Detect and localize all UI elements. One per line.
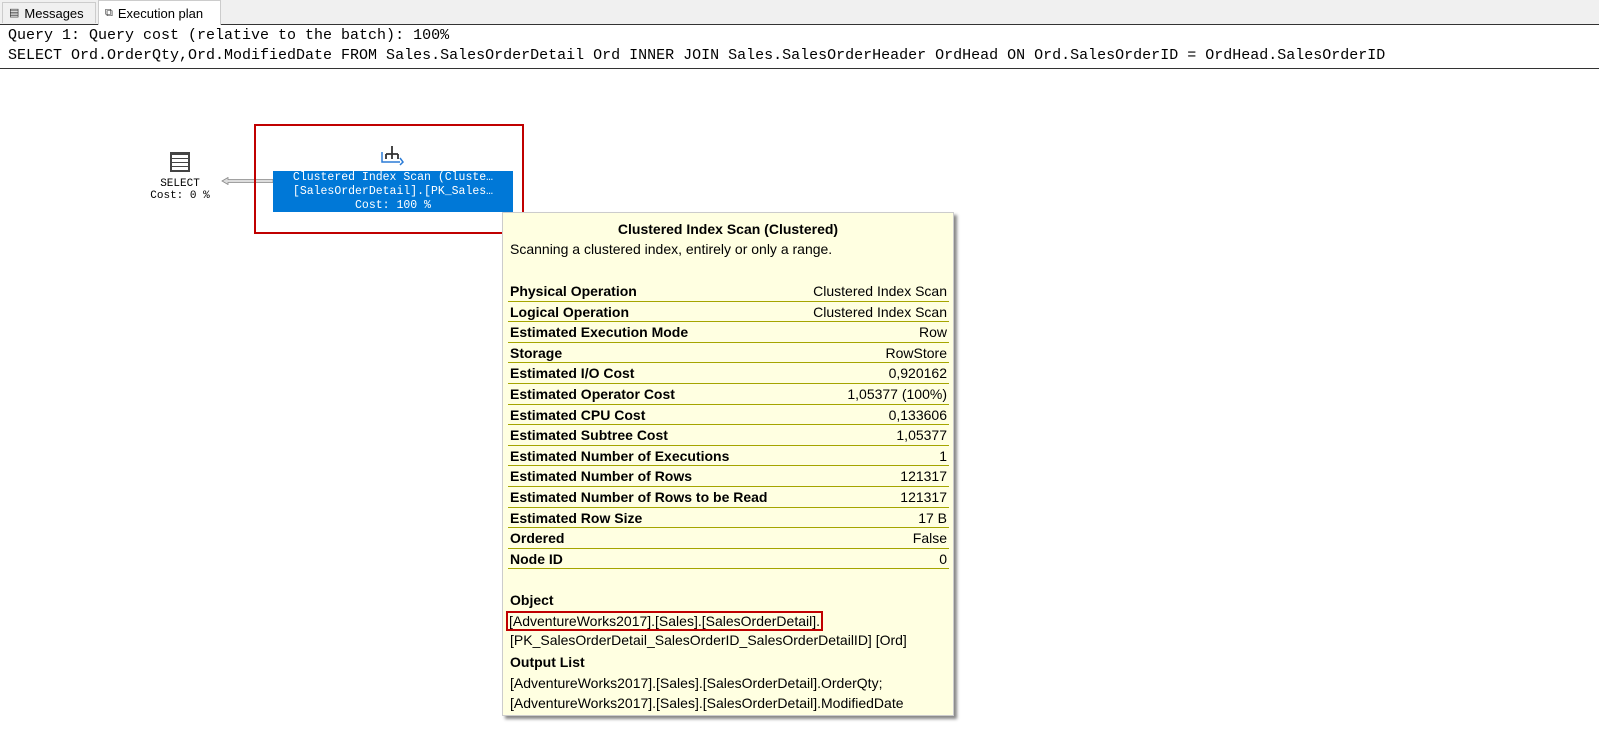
property-name: Estimated I/O Cost — [510, 365, 635, 382]
property-name: Ordered — [510, 530, 565, 547]
property-row: Ordered False — [508, 528, 949, 549]
messages-icon: ▤ — [9, 6, 20, 19]
property-value: 1,05377 (100%) — [847, 385, 947, 402]
property-name: Estimated Execution Mode — [510, 324, 689, 341]
property-name: Estimated Subtree Cost — [510, 427, 668, 444]
property-value: 0,133606 — [888, 406, 947, 423]
tooltip-description: Scanning a clustered index, entirely or … — [510, 241, 833, 257]
property-name: Estimated Row Size — [510, 509, 643, 526]
clustered-index-scan-node[interactable]: Clustered Index Scan (Cluste… [SalesOrde… — [273, 171, 513, 212]
tab-messages[interactable]: ▤ Messages — [2, 2, 96, 23]
property-row: Physical Operation Clustered Index Scan — [508, 281, 949, 302]
object-line2: [PK_SalesOrderDetail_SalesOrderID_SalesO… — [510, 632, 907, 648]
property-value: 0 — [939, 550, 947, 567]
property-value: 1 — [939, 447, 947, 464]
property-row: Estimated CPU Cost 0,133606 — [508, 405, 949, 426]
property-row: Node ID 0 — [508, 549, 949, 570]
property-value: 17 B — [918, 509, 947, 526]
output-list-label: Output List — [510, 654, 585, 670]
property-row: Logical Operation Clustered Index Scan — [508, 302, 949, 323]
property-name: Estimated Number of Rows — [510, 468, 693, 485]
property-row: Estimated Execution Mode Row — [508, 322, 949, 343]
select-table-icon — [170, 152, 190, 172]
property-value: False — [912, 530, 947, 547]
property-name: Estimated Number of Rows to be Read — [510, 488, 768, 505]
property-row: Estimated Operator Cost 1,05377 (100%) — [508, 384, 949, 405]
property-value: 0,920162 — [888, 365, 947, 382]
property-row: Estimated Number of Executions 1 — [508, 446, 949, 467]
query-sql: SELECT Ord.OrderQty,Ord.ModifiedDate FRO… — [8, 47, 1386, 64]
property-name: Storage — [510, 344, 563, 361]
operator-tooltip: Clustered Index Scan (Clustered) Scannin… — [502, 212, 954, 716]
execution-plan-icon: ⧉ — [105, 6, 113, 19]
property-row: Estimated Number of Rows 121317 — [508, 466, 949, 487]
property-row: Storage RowStore — [508, 343, 949, 364]
object-line1-highlighted: [AdventureWorks2017].[Sales].[SalesOrder… — [506, 611, 824, 631]
property-row: Estimated Number of Rows to be Read 12131… — [508, 487, 949, 508]
output-line2: [AdventureWorks2017].[Sales].[SalesOrder… — [510, 695, 904, 711]
property-value: 1,05377 — [896, 427, 947, 444]
property-name: Estimated Number of Executions — [510, 447, 730, 464]
select-node[interactable]: SELECT Cost: 0 % — [140, 152, 220, 202]
property-row: Estimated Row Size 17 B — [508, 508, 949, 529]
tooltip-title: Clustered Index Scan (Clustered) — [617, 221, 839, 237]
clustered-index-scan-icon — [381, 146, 404, 166]
property-value: Clustered Index Scan — [813, 303, 947, 320]
divider — [0, 68, 1599, 69]
query-cost-header: Query 1: Query cost (relative to the bat… — [8, 27, 450, 44]
property-row: Estimated Subtree Cost 1,05377 — [508, 425, 949, 446]
properties-table: Physical Operation Clustered Index Scan Lo… — [508, 281, 949, 570]
property-row: Estimated I/O Cost 0,920162 — [508, 363, 949, 384]
property-value: 121317 — [900, 468, 947, 485]
property-name: Estimated Operator Cost — [510, 385, 675, 402]
property-value: Row — [918, 324, 947, 341]
output-line1: [AdventureWorks2017].[Sales].[SalesOrder… — [510, 675, 883, 691]
property-value: 121317 — [900, 488, 947, 505]
property-name: Physical Operation — [510, 283, 637, 299]
property-name: Estimated CPU Cost — [510, 406, 646, 423]
property-name: Logical Operation — [510, 303, 630, 320]
property-value: RowStore — [885, 344, 947, 361]
object-label: Object — [510, 592, 554, 608]
tab-execution-plan[interactable]: ⧉ Execution plan — [98, 0, 221, 25]
result-tabs: ▤ Messages ⧉ Execution plan — [0, 0, 1599, 25]
property-value: Clustered Index Scan — [813, 283, 947, 299]
property-name: Node ID — [510, 550, 563, 567]
